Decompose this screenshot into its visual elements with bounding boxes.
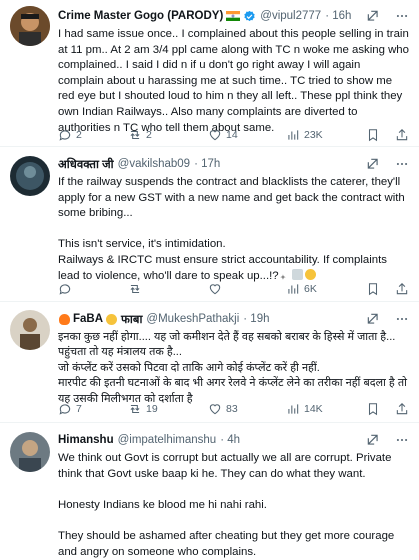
face-emoji-icon	[304, 268, 316, 280]
like-icon	[209, 130, 221, 141]
avatar[interactable]	[10, 156, 50, 196]
reply-count: 7	[76, 403, 82, 415]
author-handle[interactable]: @vipul2777	[260, 10, 321, 22]
retweet-button[interactable]: 2	[128, 128, 208, 142]
timestamp[interactable]: · 4h	[220, 434, 240, 446]
like-icon	[209, 404, 221, 415]
horns-emoji-icon	[106, 313, 118, 325]
retweet-count: 19	[146, 403, 158, 415]
views-count: 14K	[304, 403, 323, 415]
more-icon[interactable]	[394, 8, 409, 23]
author-handle[interactable]: @MukeshPathakji	[146, 313, 239, 325]
tweet-text: I had same issue once.. I complained abo…	[58, 28, 413, 134]
share-icon[interactable]	[394, 128, 409, 143]
retweet-icon	[130, 404, 140, 414]
views-icon	[288, 130, 299, 140]
like-button[interactable]: 83	[208, 402, 286, 416]
retweet-button[interactable]	[128, 282, 208, 296]
share-icon[interactable]	[394, 402, 409, 417]
retweet-icon	[130, 284, 140, 294]
tweet-text: We think out Govt is corrupt but actuall…	[58, 452, 395, 558]
grok-icon[interactable]	[365, 311, 380, 326]
author-name[interactable]: Crime Master Gogo (PARODY)	[58, 10, 223, 22]
timestamp[interactable]: · 19h	[243, 313, 269, 325]
views-count: 6K	[304, 283, 317, 295]
tweet[interactable]: Himanshu @impatelhimanshu · 4h We think …	[0, 424, 419, 558]
author-name[interactable]: Himanshu	[58, 434, 114, 446]
india-flag-icon	[226, 11, 241, 21]
fire-emoji-icon	[59, 313, 70, 325]
author-name[interactable]: अधिवक्ता जी	[58, 157, 114, 172]
views-button[interactable]: 23K	[286, 128, 364, 142]
reply-icon	[59, 404, 71, 415]
timestamp[interactable]: · 17h	[194, 158, 220, 170]
timestamp[interactable]: · 16h	[325, 10, 351, 22]
verified-badge-icon	[243, 10, 256, 23]
reply-icon	[59, 284, 71, 295]
views-icon	[288, 404, 299, 414]
author-name-suffix[interactable]: फाबा	[121, 312, 142, 327]
views-button[interactable]: 6K	[286, 282, 364, 296]
tweet-text-content: If the railway suspends the contract and…	[58, 176, 405, 282]
views-icon	[288, 284, 299, 294]
grok-icon[interactable]	[365, 432, 380, 447]
like-count: 14	[226, 129, 238, 141]
calendar-emoji-icon	[291, 268, 303, 280]
grok-icon[interactable]	[365, 156, 380, 171]
like-count: 83	[226, 403, 238, 415]
tweet[interactable]: Crime Master Gogo (PARODY) @vipul2777 · …	[0, 0, 419, 147]
views-count: 23K	[304, 129, 323, 141]
avatar[interactable]	[10, 432, 50, 472]
retweet-count: 2	[146, 129, 152, 141]
more-icon[interactable]	[394, 432, 409, 447]
bookmark-icon[interactable]	[365, 128, 380, 143]
avatar[interactable]	[10, 310, 50, 350]
views-button[interactable]: 14K	[286, 402, 364, 416]
reply-count: 2	[76, 129, 82, 141]
retweet-icon	[130, 130, 140, 140]
like-button[interactable]: 14	[208, 128, 286, 142]
sparkles-emoji-icon: ✦	[279, 269, 290, 282]
tweet-actions: 2 2 14 23K	[58, 127, 409, 143]
author-name[interactable]: FaBA	[73, 313, 103, 325]
author-handle[interactable]: @impatelhimanshu	[118, 434, 217, 446]
like-icon	[209, 284, 221, 295]
bookmark-icon[interactable]	[365, 402, 380, 417]
retweet-button[interactable]: 19	[128, 402, 208, 416]
grok-icon[interactable]	[365, 8, 380, 23]
share-icon[interactable]	[394, 282, 409, 297]
tweet-actions: 6K	[58, 281, 409, 297]
bookmark-icon[interactable]	[365, 282, 380, 297]
reply-icon	[59, 130, 71, 141]
reply-button[interactable]: 7	[58, 402, 128, 416]
more-icon[interactable]	[394, 156, 409, 171]
tweet[interactable]: अधिवक्ता जी @vakilshab09 · 17h If the ra…	[0, 148, 419, 302]
tweet-text: If the railway suspends the contract and…	[58, 175, 409, 284]
reply-button[interactable]: 2	[58, 128, 128, 142]
more-icon[interactable]	[394, 311, 409, 326]
author-handle[interactable]: @vakilshab09	[118, 158, 190, 170]
avatar[interactable]	[10, 6, 50, 46]
tweet-actions: 7 19 83 14K	[58, 401, 409, 417]
tweet-text: इनका कुछ नहीं होगा.... यह जो कमीशन देते …	[58, 331, 407, 405]
like-button[interactable]	[208, 282, 286, 296]
reply-button[interactable]	[58, 282, 128, 296]
